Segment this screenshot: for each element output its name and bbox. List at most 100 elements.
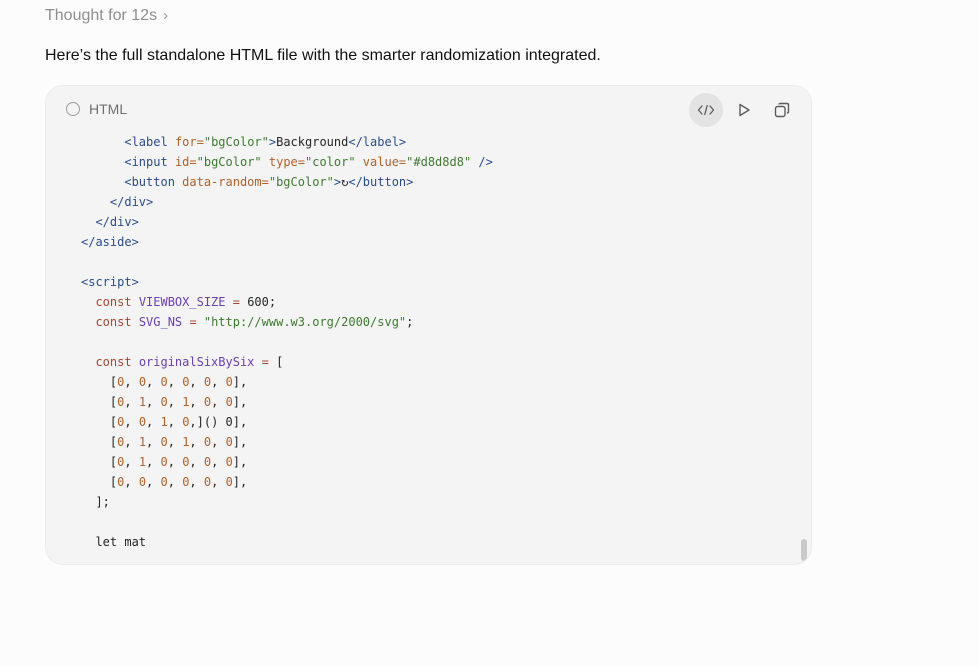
code-token: </div> [95,215,139,229]
code-token: /> [471,155,493,169]
code-token: originalSixBySix [138,355,255,369]
code-token: , [146,415,161,429]
code-token: ]; [95,495,110,509]
code-token: , [167,475,183,489]
code-line: [0, 0, 1, 0,]() 0], [81,412,493,432]
code-token: type= [268,155,305,169]
code-language: HTML [66,101,127,117]
code-token: 0 [225,375,233,389]
code-token: 0 [225,475,233,489]
code-token: ], [232,435,248,449]
code-token: 600 [247,295,269,309]
run-button[interactable] [727,93,761,127]
code-token: ; [268,295,277,309]
code-token: VIEWBOX_SIZE [138,295,226,309]
code-token: Background [276,135,349,149]
code-token: ], [232,375,248,389]
code-line: [0, 1, 0, 1, 0, 0], [81,432,493,452]
code-token: </button> [348,175,414,189]
code-token: "bgColor" [196,155,269,169]
code-token: , [146,455,161,469]
code-token: 1 [138,455,147,469]
code-token: </label> [348,135,407,149]
code-token: , [167,395,183,409]
code-token: <label [124,135,175,149]
code-token: 0 [225,455,233,469]
code-token: , [211,395,226,409]
code-token: , [211,435,226,449]
code-token: 0 [138,375,147,389]
code-line: [0, 1, 0, 0, 0, 0], [81,452,493,472]
code-token: "http://www.w3.org/2000/svg" [203,315,407,329]
code-token: </div> [109,195,154,209]
code-token: , [211,475,226,489]
copy-button[interactable] [765,93,799,127]
code-token: <input [124,155,175,169]
code-token: , [146,395,161,409]
code-token: <script> [81,275,139,289]
code-token: , [124,455,139,469]
code-token: , [189,455,204,469]
code-token: const [95,315,139,329]
code-line: </div> [81,192,493,212]
assistant-message: Here’s the full standalone HTML file wit… [45,47,601,64]
code-token: "bgColor" [268,175,334,189]
code-token: [ [81,375,118,389]
code-token: 1 [138,435,147,449]
code-line: <script> [81,272,493,292]
code-token: , [124,475,139,489]
code-line: <button data-random="bgColor">↻</button> [81,172,493,192]
code-token: </aside> [81,235,139,249]
code-view-button[interactable] [689,93,723,127]
code-brackets-icon [697,104,715,116]
code-token: , [146,435,161,449]
code-token: 1 [138,395,147,409]
code-token: ], [232,395,248,409]
code-toolbar [689,93,799,127]
thought-toggle[interactable]: Thought for 12s › [45,5,168,27]
code-token: [ [276,355,284,369]
code-token: , [167,415,183,429]
code-token: 0 [160,395,168,409]
code-token: [ [81,455,118,469]
code-token: 0 [160,435,168,449]
code-token: , [146,475,161,489]
code-token: = [225,295,248,309]
code-token: 1 [160,415,168,429]
code-token: , [167,375,183,389]
code-line: ]; [81,492,493,512]
code-token: ], [232,475,248,489]
chevron-right-icon: › [163,6,169,24]
code-token: , [124,395,139,409]
code-token: 0 [225,395,233,409]
code-line: [0, 0, 0, 0, 0, 0], [81,372,493,392]
code-token: "color" [305,155,363,169]
code-token: , [167,455,183,469]
code-token: , [211,455,226,469]
code-token: , [189,395,204,409]
code-token: ], [232,455,248,469]
code-token: ,]() 0], [189,415,248,429]
code-token: , [124,435,139,449]
code-token: "#d8d8d8" [406,155,472,169]
thought-label: Thought for 12s [45,7,158,24]
code-scrollbar[interactable] [801,539,807,561]
code-token: 0 [160,475,168,489]
loading-spinner-icon [66,102,80,116]
code-token: "bgColor" [203,135,269,149]
code-token: let mat [95,535,147,549]
code-line: </aside> [81,232,493,252]
code-token: for= [174,135,204,149]
code-token: [ [81,475,118,489]
code-token: 0 [138,475,147,489]
code-token: , [167,435,183,449]
code-block: HTML <label for="bgColor">Background</la… [45,85,812,565]
code-token: ; [406,315,414,329]
